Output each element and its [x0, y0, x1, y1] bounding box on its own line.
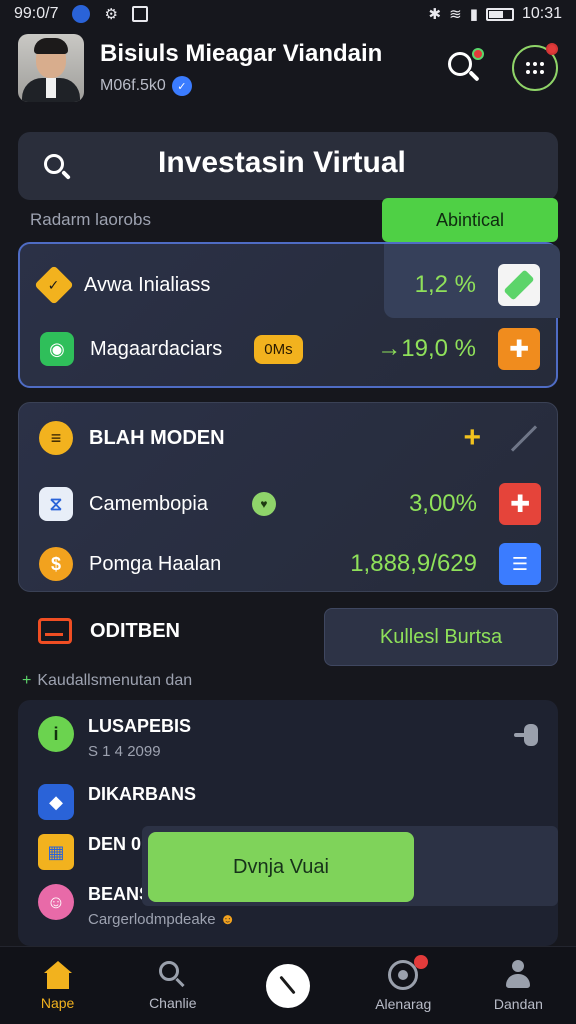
list-panel: i LUSAPEBIS S 1 4 2099 ◆ DIKARBANS ▦ DEN…	[18, 700, 558, 946]
slash-icon	[510, 424, 538, 452]
portfolio-card-secondary: ≡ BLAH MODEN + ⧖ Camembopia ♥ 3,00% ✚ $ …	[18, 402, 558, 592]
list-item[interactable]: i LUSAPEBIS S 1 4 2099	[38, 716, 191, 760]
plus-icon: ✚	[509, 490, 531, 518]
chart-icon: ◆	[38, 784, 74, 820]
user-subtitle: M06f.5k0	[100, 77, 166, 94]
row-label: Camembopia	[89, 492, 208, 515]
list-button[interactable]: ☰	[499, 543, 541, 585]
search-icon	[158, 960, 187, 989]
camera-icon: ◉	[40, 332, 74, 366]
filter-label: Radarm laorobs	[30, 210, 151, 229]
wallet-icon: ≡	[39, 421, 73, 455]
list-item-subtitle: S 1 4 2099	[88, 743, 161, 760]
user-subtitle-row: M06f.5k0 ✓	[100, 76, 382, 96]
section-header: ODITBEN	[38, 618, 180, 644]
nav-label: Chanlie	[149, 994, 197, 1011]
signal-icon: ▮	[469, 6, 478, 23]
check-tile-button[interactable]	[498, 264, 540, 306]
home-icon	[42, 960, 74, 989]
nav-item-search[interactable]: Chanlie	[115, 947, 230, 1024]
envelope-icon	[38, 618, 72, 644]
list-icon: ☰	[511, 553, 529, 574]
leaf-icon: i	[38, 716, 74, 752]
hint-row: + Kaudallsmenutan dan	[22, 672, 192, 690]
clock-icon	[266, 963, 310, 1008]
section-action-button[interactable]: Kullesl Burtsa	[324, 608, 558, 666]
list-item[interactable]: ◆ DIKARBANS	[38, 784, 196, 820]
wifi-icon: ≋	[449, 6, 462, 23]
notification-dot	[413, 955, 428, 969]
row-label: Pomga Haalan	[89, 552, 222, 575]
list-item[interactable]: ◉ Magaardaciars 0Ms →19,0 % ✚	[40, 328, 540, 370]
menu-button[interactable]	[512, 43, 558, 91]
add-button[interactable]: ✚	[499, 483, 541, 525]
gear-icon: ⚙	[104, 6, 118, 23]
list-item-title: DEN 0	[88, 834, 142, 854]
nav-label: Nape	[40, 994, 75, 1011]
row-label: Magaardaciars	[90, 337, 223, 360]
row-value: 1,2 %	[414, 271, 476, 298]
nav-item-home[interactable]: Nape	[0, 947, 115, 1024]
shield-icon: ♥	[251, 492, 276, 516]
search-icon	[44, 154, 72, 182]
section-title: ODITBEN	[90, 619, 180, 642]
list-item[interactable]: $ Pomga Haalan 1,888,9/629 ☰	[39, 543, 541, 585]
avatar[interactable]	[18, 34, 84, 102]
add-button[interactable]: ✚	[498, 328, 540, 370]
user-info: Bisiuls Mieagar Viandain M06f.5k0 ✓	[100, 40, 382, 96]
row-label: Avwa Inialiass	[84, 273, 211, 296]
plus-icon: ✚	[508, 335, 530, 363]
notification-dot	[546, 43, 558, 55]
filter-action-button[interactable]: Abintical	[382, 198, 558, 242]
search-card[interactable]: Investasin Virtual	[18, 132, 558, 200]
grid-icon: ▦	[38, 834, 74, 870]
dots-grid-icon	[526, 62, 544, 74]
list-item-subtitle: Cargerlodmpdeake ☻	[88, 911, 236, 928]
list-item[interactable]: ≡ BLAH MODEN +	[39, 421, 541, 455]
nav-item-center[interactable]	[230, 947, 345, 1024]
bluetooth-icon: ✱	[428, 6, 442, 23]
coin-icon: $	[39, 547, 73, 581]
face-icon: ☺	[38, 884, 74, 920]
profile-header: Bisiuls Mieagar Viandain M06f.5k0 ✓	[18, 34, 558, 102]
battery-icon	[485, 7, 514, 21]
toast-button[interactable]: Dvnja Vuai	[148, 832, 414, 902]
user-name: Bisiuls Mieagar Viandain	[100, 40, 383, 67]
emoji-icon: ☻	[219, 911, 236, 928]
hint-text: Kaudallsmenutan dan	[37, 672, 193, 689]
row-value: 1,888,9/629	[350, 550, 477, 577]
plus-icon: +	[22, 672, 32, 689]
app-notification-icon	[72, 5, 91, 23]
row-value: →19,0 %	[377, 335, 476, 362]
nav-label: Alenarag	[375, 995, 432, 1012]
status-time-right: 10:31	[521, 5, 562, 22]
list-item[interactable]: ▦ DEN 0	[38, 834, 141, 870]
list-item-title: DIKARBANS	[88, 784, 196, 804]
bank-icon: ⧖	[39, 487, 73, 521]
nav-item-profile[interactable]: Dandan	[461, 947, 576, 1024]
portfolio-card-primary: ✓ Avwa Inialiass 1,2 % ◉ Magaardaciars 0…	[18, 242, 560, 388]
bottom-nav: Nape Chanlie Alenarag Dandan	[0, 946, 576, 1024]
row-label: BLAH MODEN	[89, 426, 225, 449]
status-time-left: 99:0/7	[14, 5, 59, 22]
check-tile-icon	[503, 269, 535, 301]
search-card-title: Investasin Virtual	[158, 146, 406, 179]
list-item[interactable]: ⧖ Camembopia ♥ 3,00% ✚	[39, 483, 541, 525]
header-search-button[interactable]	[444, 48, 484, 88]
square-icon	[131, 6, 148, 22]
nav-item-messages[interactable]: Alenarag	[346, 947, 461, 1024]
list-item-title: LUSAPEBIS	[88, 716, 192, 736]
notification-dot	[472, 48, 484, 60]
plus-icon[interactable]: +	[463, 421, 481, 455]
status-bar: 99:0/7 ⚙ ✱ ≋ ▮ 10:31	[0, 0, 576, 28]
status-badge: 0Ms	[254, 334, 303, 364]
pin-icon[interactable]	[514, 724, 540, 746]
list-item[interactable]: ✓ Avwa Inialiass 1,2 %	[34, 264, 540, 306]
row-value: 3,00%	[408, 490, 477, 517]
verified-icon: ✓	[171, 76, 192, 96]
nav-label: Dandan	[493, 995, 543, 1012]
diamond-icon: ✓	[34, 265, 74, 305]
user-icon	[503, 959, 533, 990]
